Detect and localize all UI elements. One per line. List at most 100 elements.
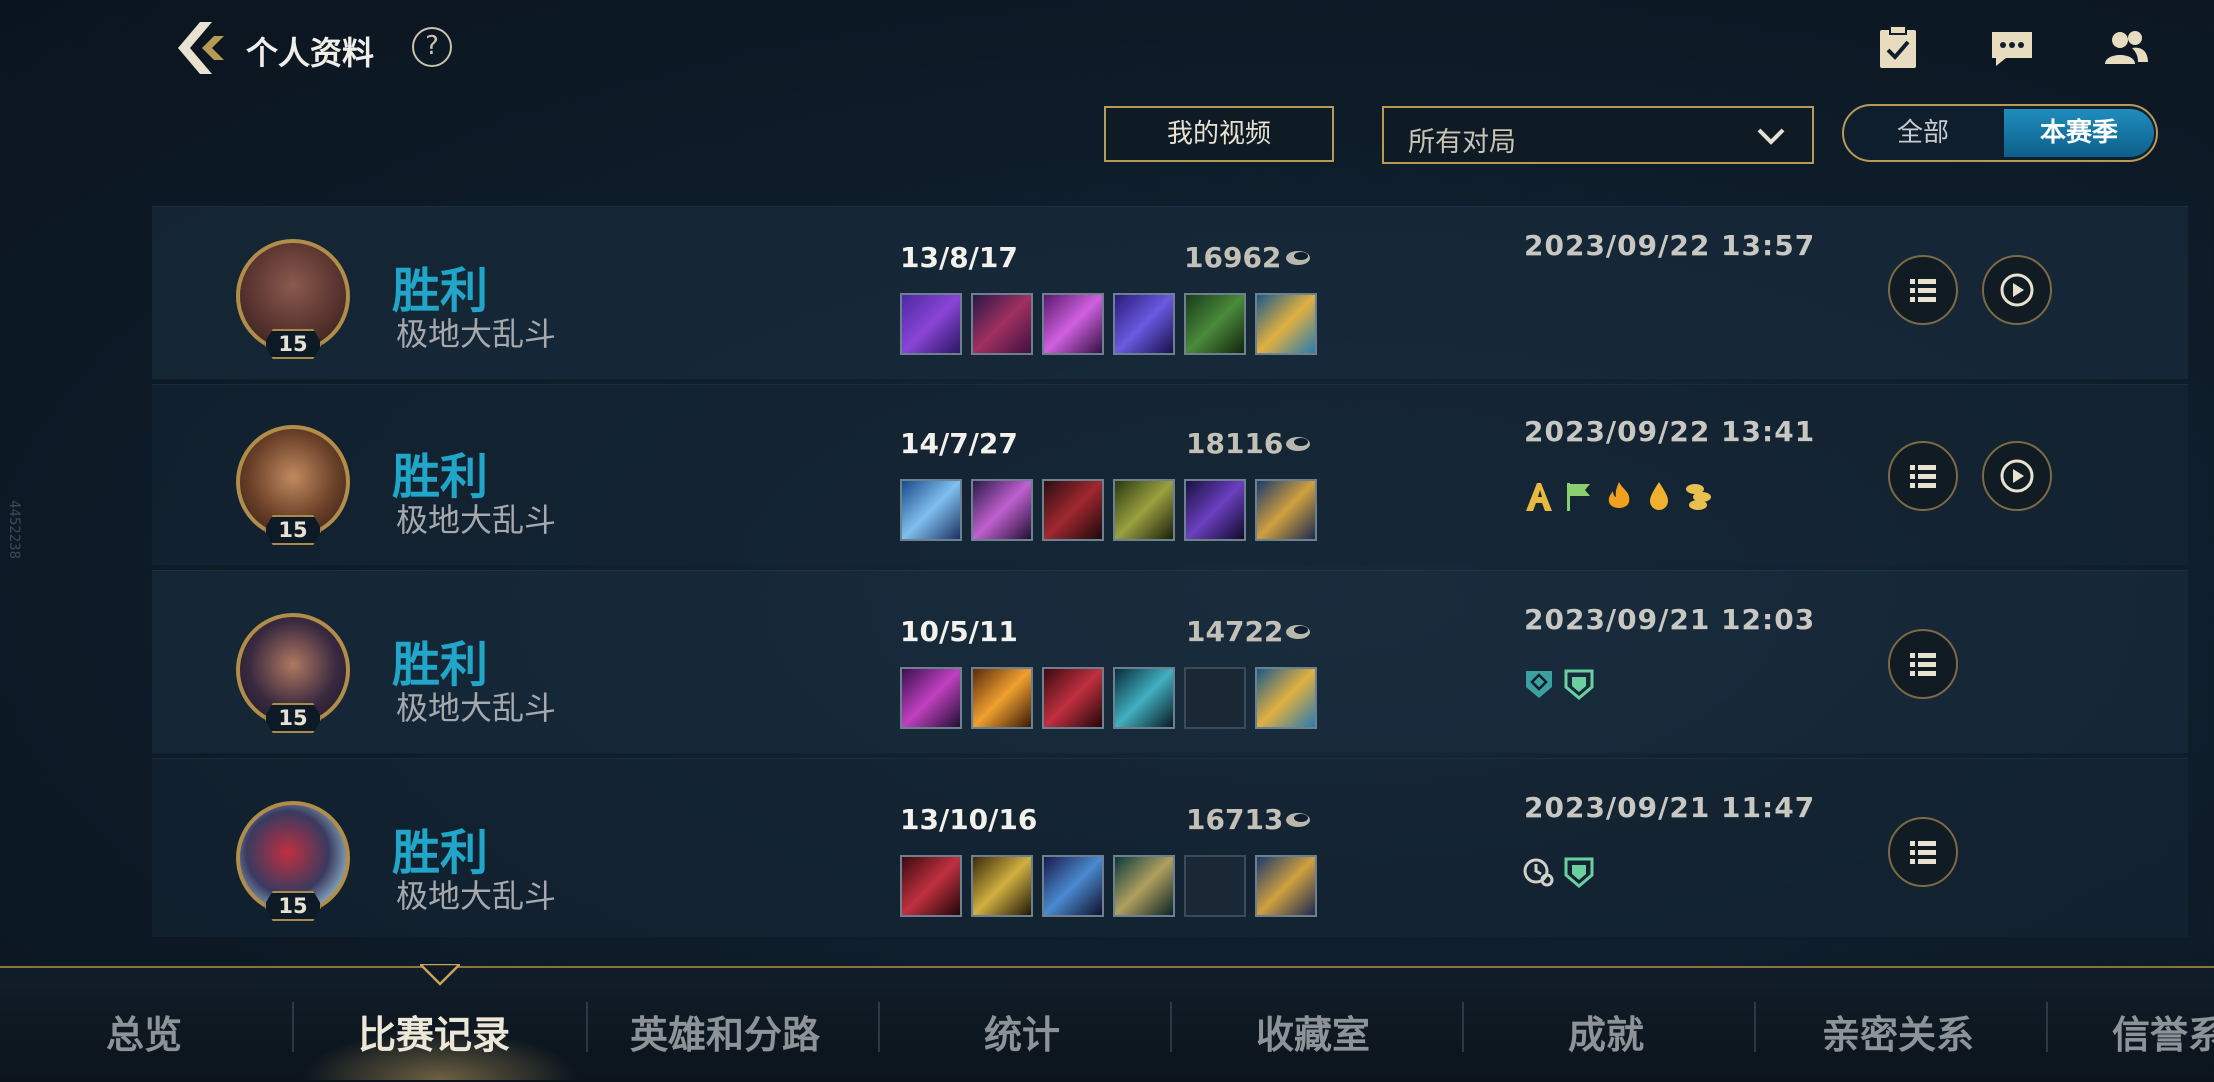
item-slot (1113, 855, 1175, 917)
gold-icon (1286, 625, 1310, 639)
tab-divider (2046, 1002, 2048, 1052)
champion-level: 15 (264, 891, 322, 921)
match-date: 2023/09/21 12:03 (1524, 603, 1816, 636)
match-row[interactable]: 15 胜利 极地大乱斗 10/5/11 14722 2023/09/21 12:… (152, 570, 2188, 753)
gold-earned: 14722 (1186, 615, 1284, 648)
active-tab-indicator-icon (420, 964, 460, 986)
empty-item-slot (1184, 667, 1246, 729)
item-build (900, 855, 1317, 917)
kda: 14/7/27 (900, 427, 1018, 460)
champion-level: 15 (264, 515, 322, 545)
item-slot (1042, 855, 1104, 917)
replay-icon (2000, 459, 2034, 493)
achievement-badges (1522, 667, 1596, 701)
tab-relationships[interactable]: 亲密关系 (1822, 1004, 1974, 1059)
item-slot (1042, 667, 1104, 729)
tab-stats[interactable]: 统计 (984, 1004, 1060, 1059)
match-type-selected: 所有对局 (1408, 127, 1516, 158)
empty-item-slot (1184, 855, 1246, 917)
item-slot (971, 293, 1033, 355)
fire-icon (1608, 482, 1630, 508)
shield-plus-icon (1564, 669, 1594, 700)
friends-icon[interactable] (2102, 24, 2150, 72)
champion-level: 15 (264, 703, 322, 733)
tab-collection[interactable]: 收藏室 (1256, 1004, 1370, 1059)
gold-icon (1286, 437, 1310, 451)
shield-diamond-icon (1526, 671, 1552, 698)
gold-icon (1286, 251, 1310, 265)
item-build (900, 479, 1317, 541)
tab-honor[interactable]: 信誉系 (2112, 1004, 2214, 1059)
side-identifier: 4452238 (6, 500, 22, 560)
champion-avatar: 15 (236, 801, 350, 921)
tab-divider (1462, 1002, 1464, 1052)
item-slot (1255, 855, 1317, 917)
item-slot (971, 855, 1033, 917)
season-toggle[interactable]: 全部 本赛季 (1842, 104, 2158, 162)
clock-link-icon (1523, 858, 1554, 887)
kda: 13/10/16 (900, 803, 1038, 836)
tab-divider (1754, 1002, 1756, 1052)
item-build (900, 293, 1317, 355)
match-row[interactable]: 15 胜利 极地大乱斗 13/10/16 16713 2023/09/21 11… (152, 758, 2188, 937)
item-slot (1184, 479, 1246, 541)
drop-icon (1650, 482, 1668, 510)
champion-level: 15 (264, 329, 322, 359)
tab-overview[interactable]: 总览 (106, 1004, 182, 1059)
chat-icon[interactable] (1988, 24, 2036, 72)
match-date: 2023/09/22 13:41 (1524, 415, 1816, 448)
replay-button[interactable] (1982, 255, 2052, 325)
tab-divider (878, 1002, 880, 1052)
match-date: 2023/09/21 11:47 (1524, 791, 1816, 824)
game-mode: 极地大乱斗 (396, 315, 557, 353)
champion-avatar: 15 (236, 425, 350, 545)
toggle-this-season[interactable]: 本赛季 (2004, 109, 2154, 157)
match-details-button[interactable] (1888, 441, 1958, 511)
list-icon (1910, 653, 1936, 676)
list-icon (1910, 841, 1936, 864)
match-type-dropdown[interactable]: 所有对局 (1382, 106, 1814, 164)
list-icon (1910, 279, 1936, 302)
achievement-badges (1522, 855, 1596, 889)
item-slot (1184, 293, 1246, 355)
my-videos-button[interactable]: 我的视频 (1104, 106, 1334, 162)
tab-achievements[interactable]: 成就 (1568, 1004, 1644, 1059)
back-arrow-icon[interactable] (174, 20, 228, 76)
item-slot (900, 667, 962, 729)
game-mode: 极地大乱斗 (396, 877, 557, 915)
match-row[interactable]: 15 胜利 极地大乱斗 13/8/17 16962 2023/09/22 13:… (152, 206, 2188, 379)
coins-icon (1686, 484, 1711, 510)
flag-icon (1567, 483, 1590, 511)
achievement-badges (1522, 479, 1716, 513)
item-slot (1113, 667, 1175, 729)
match-date: 2023/09/22 13:57 (1524, 229, 1816, 262)
chevron-down-icon (1757, 128, 1785, 145)
item-slot (1042, 479, 1104, 541)
match-details-button[interactable] (1888, 629, 1958, 699)
item-slot (1255, 293, 1317, 355)
shield-plus-icon (1564, 857, 1594, 888)
kda: 13/8/17 (900, 241, 1018, 274)
kda: 10/5/11 (900, 615, 1018, 648)
item-slot (1255, 667, 1317, 729)
page-title: 个人资料 (246, 34, 375, 72)
tab-match-history[interactable]: 比赛记录 (358, 1004, 510, 1059)
item-slot (1042, 293, 1104, 355)
tab-divider (1170, 1002, 1172, 1052)
item-slot (1255, 479, 1317, 541)
tab-champions-lanes[interactable]: 英雄和分路 (630, 1004, 820, 1059)
gold-icon (1286, 813, 1310, 827)
game-mode: 极地大乱斗 (396, 689, 557, 727)
help-icon[interactable]: ? (412, 27, 452, 67)
item-slot (971, 479, 1033, 541)
game-mode: 极地大乱斗 (396, 501, 557, 539)
gold-earned: 16962 (1184, 241, 1282, 274)
tab-divider (586, 1002, 588, 1052)
match-details-button[interactable] (1888, 817, 1958, 887)
toggle-all[interactable]: 全部 (1844, 106, 2002, 160)
replay-button[interactable] (1982, 441, 2052, 511)
match-row[interactable]: 15 胜利 极地大乱斗 14/7/27 18116 2023/09/22 13:… (152, 384, 2188, 565)
match-details-button[interactable] (1888, 255, 1958, 325)
item-slot (900, 293, 962, 355)
clipboard-check-icon[interactable] (1874, 24, 1922, 72)
